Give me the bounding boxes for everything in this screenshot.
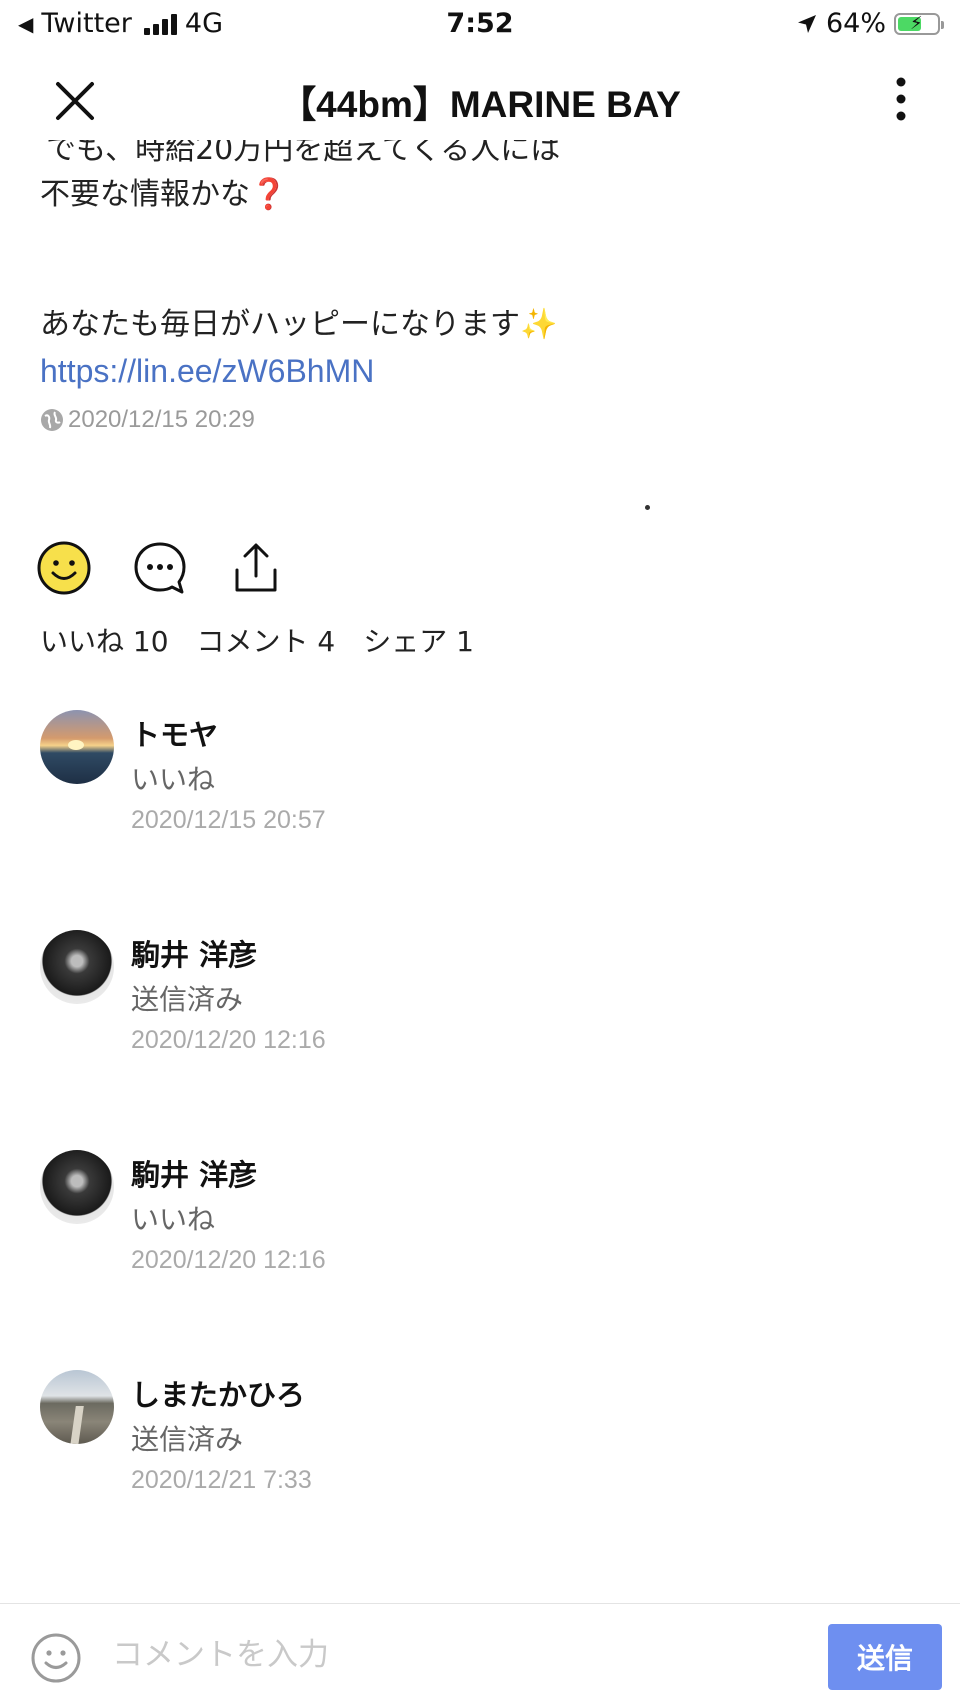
post-text-line: 不要な情報かな❓ — [40, 177, 288, 212]
sparkles-emoji: ✨ — [520, 307, 558, 342]
post-text-line: あなたも毎日がハッピーになります✨ — [40, 307, 558, 342]
comment-author[interactable]: トモヤ — [131, 712, 218, 754]
comment-text: 送信済み — [131, 1423, 244, 1456]
share-icon[interactable] — [228, 540, 284, 596]
status-bar: ◀ Twitter 4G 7:52 64% ⚡ — [0, 0, 960, 48]
battery-percent: 64% — [825, 8, 886, 39]
more-vertical-icon[interactable] — [894, 76, 908, 122]
comment-text: いいね — [131, 763, 216, 796]
avatar[interactable] — [40, 1150, 114, 1224]
share-count[interactable]: シェア 1 — [363, 620, 474, 660]
comment-item: 駒井 洋彦 送信済み 2020/12/20 12:16 — [40, 930, 920, 1080]
avatar[interactable] — [40, 710, 114, 784]
comment-compose-bar: 送信 — [0, 1603, 960, 1708]
location-arrow-icon — [797, 14, 816, 33]
post-body: でも、時給20万円を超えてくる人には 不要な情報かな❓ あなたも毎日がハッピーに… — [40, 140, 920, 434]
close-icon[interactable] — [52, 78, 98, 124]
post-actions — [36, 540, 324, 596]
nav-bar: 【44bm】MARINE BAY — [0, 60, 960, 140]
comment-author[interactable]: しまたかひろ — [131, 1372, 305, 1414]
comment-text: 送信済み — [131, 983, 244, 1016]
emoji-icon[interactable] — [30, 1632, 82, 1684]
send-button[interactable]: 送信 — [828, 1624, 942, 1690]
comment-time: 2020/12/15 20:57 — [131, 806, 326, 834]
comment-item: しまたかひろ 送信済み 2020/12/21 7:33 — [40, 1370, 920, 1520]
like-count[interactable]: いいね 10 — [40, 620, 169, 660]
comment-time: 2020/12/21 7:33 — [131, 1466, 312, 1494]
comment-bubble-icon[interactable] — [132, 540, 188, 596]
question-emoji: ❓ — [250, 177, 288, 212]
post-timestamp: 2020/12/15 20:29 — [68, 406, 255, 433]
comment-item: トモヤ いいね 2020/12/15 20:57 — [40, 710, 920, 860]
battery-icon: ⚡ — [894, 12, 944, 35]
avatar[interactable] — [40, 930, 114, 1004]
status-right: 64% ⚡ — [796, 8, 944, 39]
comment-author[interactable]: 駒井 洋彦 — [131, 1152, 257, 1194]
comment-time: 2020/12/20 12:16 — [131, 1026, 326, 1054]
comment-author[interactable]: 駒井 洋彦 — [131, 932, 257, 974]
comment-item: 駒井 洋彦 いいね 2020/12/20 12:16 — [40, 1150, 920, 1300]
post-meta: 2020/12/15 20:29 — [40, 406, 920, 434]
post-text-cut-line: でも、時給20万円を超えてくる人には — [46, 140, 561, 167]
comment-text: いいね — [131, 1203, 216, 1236]
page-title: 【44bm】MARINE BAY — [279, 84, 681, 125]
scroll-dot — [645, 505, 650, 510]
globe-icon — [41, 409, 63, 431]
smile-like-icon[interactable] — [36, 540, 92, 596]
comment-count[interactable]: コメント 4 — [197, 620, 336, 660]
comment-input[interactable] — [110, 1626, 714, 1684]
comment-time: 2020/12/20 12:16 — [131, 1246, 326, 1274]
post-counts: いいね 10 コメント 4 シェア 1 — [40, 620, 474, 660]
post-link[interactable]: https://lin.ee/zW6BhMN — [40, 348, 920, 396]
avatar[interactable] — [40, 1370, 114, 1444]
